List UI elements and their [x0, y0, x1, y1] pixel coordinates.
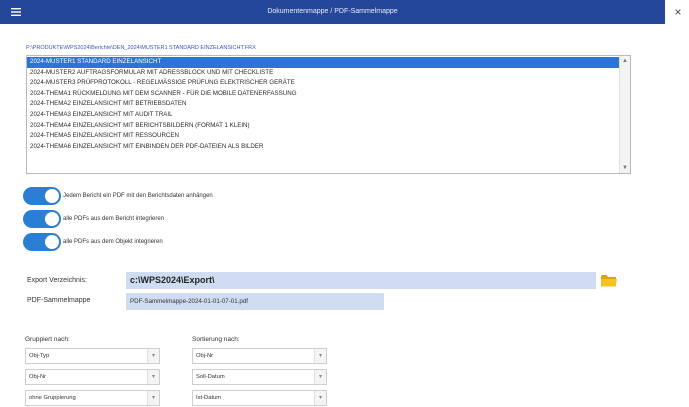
list-scrollbar[interactable]: ▲ ▼ — [619, 56, 630, 173]
toggle-row-report-pdfs: alle PDFs aus dem Bericht integrieren — [23, 209, 423, 229]
list-item[interactable]: 2024-MUSTER1 STANDARD EINZELANSICHT — [27, 57, 620, 68]
chevron-down-icon[interactable]: ▾ — [314, 370, 326, 384]
pdf-collection-label: PDF-Sammelmappe — [27, 297, 91, 304]
list-item[interactable]: 2024-THEMA5 EINZELANSICHT MIT RESSOURCEN — [27, 131, 620, 142]
chevron-down-icon[interactable]: ▾ — [314, 391, 326, 405]
list-item[interactable]: 2024-THEMA1 RÜCKMELDUNG MIT DEM SCANNER … — [27, 89, 620, 100]
list-item[interactable]: 2024-THEMA6 EINZELANSICHT MIT EINBINDEN … — [27, 142, 620, 153]
attach-pdf-toggle[interactable] — [23, 187, 61, 205]
object-pdfs-label: alle PDFs aus dem Objekt integrieren — [63, 239, 163, 245]
export-directory-label: Export Verzeichnis: — [27, 277, 87, 284]
scroll-down-icon[interactable]: ▼ — [620, 163, 630, 173]
folder-icon[interactable] — [600, 273, 618, 288]
pdf-collection-field[interactable]: PDF-Sammelmappe-2024-01-01-07-01.pdf — [126, 293, 384, 310]
grouping-select-1[interactable]: Obj-Typ ▾ — [25, 348, 160, 364]
select-value: Ist-Datum — [196, 395, 222, 401]
list-item[interactable]: 2024-MUSTER2 AUFTRAGSFORMULAR MIT ADRESS… — [27, 68, 620, 79]
chevron-down-icon[interactable]: ▾ — [147, 349, 159, 363]
chevron-down-icon[interactable]: ▾ — [314, 349, 326, 363]
grouping-label: Gruppiert nach: — [25, 336, 70, 343]
source-path: P:\PRODUKTE\WPS2024\Berichte\DEN_2024\MU… — [26, 45, 256, 51]
attach-pdf-label: Jedem Bericht ein PDF mit den Berichtsda… — [63, 193, 213, 199]
select-value: Obj-Nr — [29, 374, 47, 380]
list-item[interactable]: 2024-THEMA2 EINZELANSICHT MIT BETRIEBSDA… — [27, 99, 620, 110]
sorting-select-2[interactable]: Soll-Datum ▾ — [192, 369, 327, 385]
chevron-down-icon[interactable]: ▾ — [147, 391, 159, 405]
scroll-up-icon[interactable]: ▲ — [620, 56, 630, 66]
toggle-knob — [45, 212, 59, 226]
object-pdfs-toggle[interactable] — [23, 233, 61, 251]
report-list-items: 2024-MUSTER1 STANDARD EINZELANSICHT 2024… — [27, 57, 620, 152]
list-item[interactable]: 2024-THEMA3 EINZELANSICHT MIT AUDIT TRAI… — [27, 110, 620, 121]
report-pdfs-toggle[interactable] — [23, 210, 61, 228]
export-directory-field[interactable]: c:\WPS2024\Export\ — [126, 272, 596, 289]
toggle-knob — [45, 189, 59, 203]
select-value: Soll-Datum — [196, 374, 225, 380]
toggle-row-object-pdfs: alle PDFs aus dem Objekt integrieren — [23, 232, 423, 252]
close-icon[interactable]: × — [670, 4, 686, 20]
report-pdfs-label: alle PDFs aus dem Bericht integrieren — [63, 216, 165, 222]
report-listbox[interactable]: 2024-MUSTER1 STANDARD EINZELANSICHT 2024… — [26, 55, 631, 174]
title-bar: Dokumentenmappe / PDF-Sammelmappe — [0, 0, 665, 24]
chevron-down-icon[interactable]: ▾ — [147, 370, 159, 384]
sorting-select-3[interactable]: Ist-Datum ▾ — [192, 390, 327, 406]
list-item[interactable]: 2024-THEMA4 EINZELANSICHT MIT BERICHTSBI… — [27, 121, 620, 132]
grouping-select-2[interactable]: Obj-Nr ▾ — [25, 369, 160, 385]
sorting-label: Sortierung nach: — [192, 336, 240, 343]
toggle-knob — [45, 235, 59, 249]
toggle-row-attach-pdf: Jedem Bericht ein PDF mit den Berichtsda… — [23, 186, 423, 206]
list-item[interactable]: 2024-MUSTER3 PRÜFPROTOKOLL - REGELMÄSSIG… — [27, 78, 620, 89]
select-value: ohne Gruppierung — [29, 395, 76, 401]
sorting-select-1[interactable]: Obj-Nr ▾ — [192, 348, 327, 364]
select-value: Obj-Nr — [196, 353, 214, 359]
grouping-select-3[interactable]: ohne Gruppierung ▾ — [25, 390, 160, 406]
window-title: Dokumentenmappe / PDF-Sammelmappe — [267, 8, 398, 15]
select-value: Obj-Typ — [29, 353, 50, 359]
